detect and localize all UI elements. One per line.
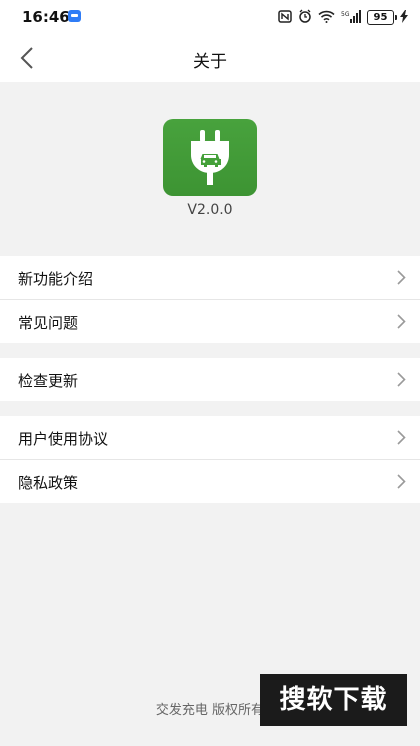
settings-group-legal: 用户使用协议 隐私政策 — [0, 416, 420, 503]
about-header: V2.0.0 — [0, 82, 420, 256]
chevron-right-icon — [397, 430, 406, 445]
menu-item-label: 隐私政策 — [18, 474, 79, 492]
plug-car-icon — [191, 130, 229, 185]
chevron-right-icon — [397, 372, 406, 387]
alarm-icon — [298, 9, 312, 26]
chevron-right-icon — [397, 270, 406, 285]
app-logo — [163, 119, 257, 196]
status-time: 16:46 — [22, 8, 70, 26]
settings-group-update: 检查更新 — [0, 358, 420, 401]
status-bar: 16:46 5G 95 — [0, 0, 420, 34]
charging-icon — [400, 9, 408, 26]
settings-group-info: 新功能介绍 常见问题 — [0, 256, 420, 343]
menu-item-label: 检查更新 — [18, 372, 79, 390]
svg-text:5G: 5G — [341, 11, 350, 18]
menu-item-label: 新功能介绍 — [18, 270, 94, 288]
signal-5g-icon: 5G — [341, 9, 361, 26]
menu-item-new-features[interactable]: 新功能介绍 — [0, 256, 420, 299]
menu-item-faq[interactable]: 常见问题 — [0, 299, 420, 343]
wifi-icon — [318, 10, 335, 26]
chevron-right-icon — [397, 474, 406, 489]
menu-item-privacy-policy[interactable]: 隐私政策 — [0, 459, 420, 503]
status-icons: 5G 95 — [278, 9, 408, 26]
nfc-icon — [278, 9, 292, 26]
watermark-logo: 搜软下载 — [260, 674, 407, 726]
notification-app-icon — [68, 10, 81, 22]
page-title: 关于 — [193, 52, 227, 72]
battery-icon: 95 — [367, 10, 397, 25]
menu-item-label: 常见问题 — [18, 314, 79, 332]
menu-item-check-update[interactable]: 检查更新 — [0, 358, 420, 401]
nav-bar: 关于 — [0, 34, 420, 82]
chevron-right-icon — [397, 314, 406, 329]
app-version: V2.0.0 — [187, 202, 233, 218]
menu-item-user-agreement[interactable]: 用户使用协议 — [0, 416, 420, 459]
menu-item-label: 用户使用协议 — [18, 430, 109, 448]
